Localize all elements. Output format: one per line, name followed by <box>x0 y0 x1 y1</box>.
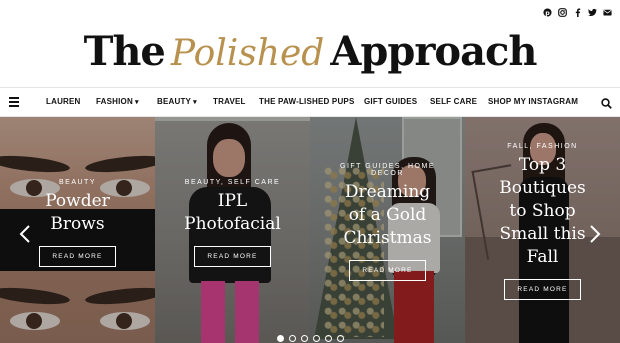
post-category[interactable]: GIFT GUIDES, HOME DECOR <box>310 163 465 177</box>
read-more-button[interactable]: READ MORE <box>349 260 426 281</box>
nav-item-self-care[interactable]: SELF CARE <box>430 97 477 106</box>
slide-caption: FALL, FASHION Top 3 Boutiques to Shop Sm… <box>465 143 620 300</box>
nav-item-fashion[interactable]: FASHION ▾ <box>96 97 139 106</box>
social-links: p <box>543 8 612 17</box>
post-title[interactable]: Dreaming of a Gold Christmas <box>310 181 465 250</box>
nav-item-label: SHOP MY INSTAGRAM <box>488 97 579 106</box>
pagination-dot[interactable] <box>325 335 332 342</box>
post-category[interactable]: FALL, FASHION <box>465 143 620 150</box>
logo-word-polished: Polished <box>170 33 325 74</box>
chevron-down-icon: ▾ <box>193 99 197 106</box>
slide-caption: BEAUTY Powder Brows READ MORE <box>0 179 155 267</box>
slide-caption: BEAUTY, SELF CARE IPL Photofacial READ M… <box>155 179 310 267</box>
twitter-icon[interactable] <box>588 8 597 17</box>
nav-item-label: SELF CARE <box>430 97 478 106</box>
main-navigation: LAUREN FASHION ▾ BEAUTY ▾ TRAVEL THE PAW-L… <box>0 87 620 117</box>
slide-gold-christmas[interactable]: GIFT GUIDES, HOME DECOR Dreaming of a Go… <box>310 117 465 343</box>
pinterest-icon[interactable]: p <box>543 8 552 17</box>
facebook-icon[interactable] <box>573 8 582 17</box>
post-category[interactable]: BEAUTY, SELF CARE <box>155 179 310 186</box>
post-category[interactable]: BEAUTY <box>0 179 155 186</box>
nav-item-label: LAUREN <box>46 97 81 106</box>
chevron-down-icon: ▾ <box>134 99 139 106</box>
pagination-dot[interactable] <box>337 335 344 342</box>
page: p The Polished Approach LAUREN FASHION ▾ BE… <box>0 0 620 343</box>
read-more-button[interactable]: READ MORE <box>504 279 581 300</box>
slide-caption: GIFT GUIDES, HOME DECOR Dreaming of a Go… <box>310 163 465 281</box>
svg-text:p: p <box>545 10 550 17</box>
read-more-button[interactable]: READ MORE <box>39 246 116 267</box>
nav-item-label: BEAUTY <box>157 97 192 106</box>
slider-pagination <box>277 335 344 342</box>
nav-item-beauty[interactable]: BEAUTY ▾ <box>157 97 197 106</box>
nav-item-label: GIFT GUIDES <box>364 97 418 106</box>
slider-next-arrow-icon[interactable] <box>588 224 602 244</box>
logo-word-the: The <box>83 28 166 75</box>
instagram-icon[interactable] <box>558 8 567 17</box>
nav-item-gift-guides[interactable]: GIFT GUIDES <box>364 97 417 106</box>
pagination-dot[interactable] <box>301 335 308 342</box>
nav-item-shop-my-instagram[interactable]: SHOP MY INSTAGRAM <box>488 97 578 106</box>
logo-word-approach: Approach <box>330 28 537 75</box>
site-logo[interactable]: The Polished Approach <box>0 28 620 75</box>
nav-item-lauren[interactable]: LAUREN <box>46 97 81 106</box>
post-title[interactable]: Top 3 Boutiques to Shop Small this Fall <box>465 154 620 269</box>
pagination-dot[interactable] <box>277 335 284 342</box>
nav-item-label: FASHION <box>96 97 133 106</box>
search-icon[interactable] <box>601 96 612 109</box>
hamburger-menu-icon[interactable] <box>9 97 19 107</box>
slider-prev-arrow-icon[interactable] <box>18 224 32 244</box>
email-icon[interactable] <box>603 8 612 17</box>
pagination-dot[interactable] <box>289 335 296 342</box>
slide-ipl-photofacial[interactable]: BEAUTY, SELF CARE IPL Photofacial READ M… <box>155 117 310 343</box>
nav-item-paw-lished-pups[interactable]: THE PAW-LISHED PUPS <box>259 97 355 106</box>
read-more-button[interactable]: READ MORE <box>194 246 271 267</box>
featured-posts-slider: BEAUTY Powder Brows READ MORE BEAUTY, SE… <box>0 117 620 343</box>
pagination-dot[interactable] <box>313 335 320 342</box>
nav-item-label: TRAVEL <box>213 97 246 106</box>
nav-item-label: THE PAW-LISHED PUPS <box>259 97 355 106</box>
post-title[interactable]: IPL Photofacial <box>155 190 310 236</box>
nav-item-travel[interactable]: TRAVEL <box>213 97 246 106</box>
